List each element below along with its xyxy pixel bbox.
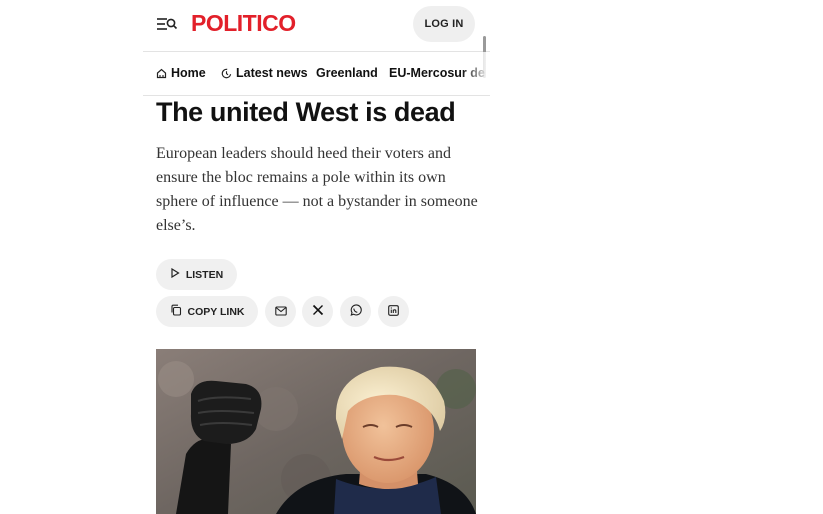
copy-icon (170, 304, 182, 319)
share-linkedin-button[interactable] (378, 296, 409, 327)
menu-search-icon[interactable] (156, 14, 178, 34)
x-icon (312, 304, 324, 319)
share-whatsapp-button[interactable] (340, 296, 371, 327)
share-email-button[interactable] (265, 296, 296, 327)
login-button[interactable]: LOG IN (413, 6, 475, 42)
whatsapp-icon (349, 303, 362, 320)
politico-logo[interactable]: POLITICO (191, 10, 296, 37)
nav-item-label: Home (171, 66, 206, 80)
nav-item-label: Greenland (316, 66, 378, 80)
share-x-button[interactable] (302, 296, 333, 327)
article-photo (156, 349, 476, 514)
nav-item-home[interactable]: Home (156, 66, 206, 80)
copy-link-label: COPY LINK (187, 305, 245, 318)
linkedin-icon (388, 304, 399, 319)
listen-label: LISTEN (185, 268, 224, 281)
home-icon (156, 68, 167, 79)
mobile-viewport: POLITICO LOG IN Home Latest news Greenla… (143, 0, 490, 514)
mail-icon (274, 304, 287, 319)
listen-button[interactable]: LISTEN (156, 259, 237, 290)
nav-item-latest-news[interactable]: Latest news (221, 66, 308, 80)
nav-item-greenland[interactable]: Greenland (316, 66, 378, 80)
nav-item-label: Latest news (236, 66, 308, 80)
play-icon (170, 267, 180, 281)
article-headline: The united West is dead (156, 97, 456, 127)
article-dek: European leaders should heed their voter… (156, 145, 478, 234)
copy-link-button[interactable]: COPY LINK (156, 296, 258, 327)
top-bar: POLITICO LOG IN (143, 0, 490, 78)
nav-fade (462, 52, 490, 95)
clock-icon (221, 68, 232, 79)
nav-bar: Home Latest news Greenland EU-Mercosur d… (143, 52, 490, 96)
